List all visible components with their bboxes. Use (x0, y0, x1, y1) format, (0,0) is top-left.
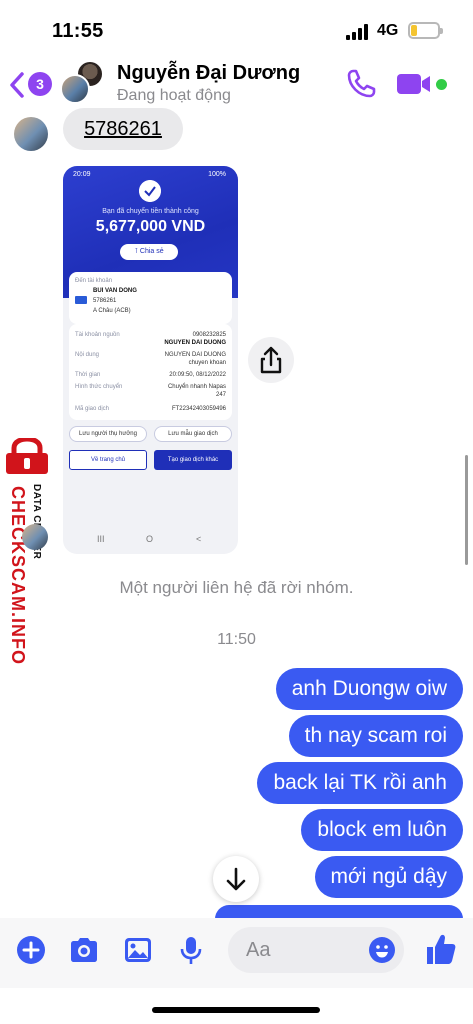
recipient-account: 5786261 (93, 298, 117, 304)
message-composer (0, 918, 473, 988)
txn-label: Mã giao dịch (75, 406, 110, 412)
unread-count-badge: 3 (28, 72, 52, 96)
receipt-nav-home: O (146, 534, 154, 544)
microphone-icon[interactable] (175, 934, 207, 966)
save-template-pill: Lưu mẫu giao dịch (154, 426, 232, 442)
outgoing-message[interactable]: back lại TK rồi anh (257, 762, 463, 804)
shared-receipt-image[interactable]: 20:09 100% Bạn đã chuyển tiền thành công… (63, 166, 238, 554)
receipt-nav-back: < (196, 534, 202, 544)
time-value: 20:09:50, 08/12/2022 (169, 372, 226, 378)
check-icon (139, 180, 161, 202)
outgoing-message[interactable]: anh Duongw oiw (275, 668, 463, 710)
scrollbar[interactable] (465, 455, 468, 565)
receipt-success-text: Bạn đã chuyển tiền thành công (102, 208, 199, 215)
receipt-share-button: ⊺ Chia sẻ (120, 244, 178, 260)
system-note: Một người liên hệ đã rời nhóm. (119, 578, 354, 597)
receipt-battery: 100% (208, 171, 226, 178)
save-beneficiary-pill: Lưu người thụ hưởng (69, 426, 147, 442)
receipt-recipient-card: Đến tài khoản BUI VAN DONG 5786261 A Châ… (69, 272, 232, 324)
scroll-to-bottom-button[interactable] (213, 856, 259, 902)
status-time: 11:55 (52, 20, 104, 42)
receipt-status-time: 20:09 (73, 171, 91, 178)
receipt-share-label: Chia sẻ (139, 248, 164, 255)
cellular-signal-icon (346, 24, 370, 40)
gallery-icon[interactable] (122, 934, 154, 966)
method-value-2: 247 (215, 392, 226, 398)
outgoing-message-partial[interactable] (215, 905, 463, 919)
recipient-name: BUI VAN DONG (93, 288, 137, 294)
method-label: Hình thức chuyển (75, 384, 123, 390)
video-call-icon[interactable] (396, 70, 432, 98)
arrow-down-icon (226, 867, 246, 891)
plus-icon[interactable] (15, 934, 47, 966)
phone-call-icon[interactable] (345, 68, 377, 100)
receipt-amount: 5,677,000 VND (95, 218, 206, 235)
receipt-new-txn-button: Tạo giao dịch khác (154, 450, 232, 470)
recipient-bank: A Châu (ACB) (93, 308, 131, 314)
share-icon (260, 346, 282, 374)
sender-avatar[interactable] (14, 117, 48, 151)
content-label: Nội dung (75, 352, 100, 358)
avatar-member-2 (60, 74, 90, 104)
time-label: Thời gian (75, 372, 101, 378)
home-indicator[interactable] (152, 1007, 320, 1013)
back-button[interactable]: 3 (8, 70, 52, 100)
method-value-1: Chuyển nhanh Napas (167, 384, 226, 390)
status-bar: 11:55 4G (0, 0, 473, 58)
camera-icon[interactable] (68, 934, 100, 966)
presence-status: Đang hoạt động (117, 87, 231, 104)
receipt-details-card: Tài khoản nguồn 0908232825 NGUYEN DAI DU… (69, 324, 232, 420)
content-value-1: NGUYEN DAI DUONG (164, 352, 226, 358)
source-account: 0908232825 (192, 332, 226, 338)
message-timestamp: 11:50 (217, 631, 256, 648)
receipt-nav-recents: III (97, 534, 105, 544)
outgoing-message[interactable]: th nay scam roi (288, 715, 463, 757)
source-name: NGUYEN DAI DUONG (164, 340, 226, 346)
incoming-message[interactable]: 5786261 (63, 108, 183, 150)
bank-logo-icon (75, 296, 87, 304)
share-button[interactable] (248, 337, 294, 383)
group-avatar[interactable] (58, 60, 106, 106)
network-type: 4G (377, 22, 399, 39)
thumbs-up-icon[interactable] (425, 932, 457, 966)
contact-name[interactable]: Nguyễn Đại Dương (117, 62, 300, 85)
battery-icon (408, 22, 443, 39)
content-value-2: chuyen khoan (188, 360, 226, 366)
outgoing-message[interactable]: mới ngủ dậy (314, 856, 463, 898)
lock-watermark-icon (6, 438, 48, 474)
outgoing-message[interactable]: block em luôn (301, 809, 463, 851)
chat-header: 3 Nguyễn Đại Dương Đang hoạt động (0, 58, 473, 116)
online-indicator (436, 79, 447, 90)
seen-avatar (22, 524, 48, 550)
chevron-left-icon (10, 72, 24, 98)
emoji-icon[interactable] (368, 936, 396, 964)
source-label: Tài khoản nguồn (75, 332, 120, 338)
receipt-home-button: Về trang chủ (69, 450, 147, 470)
txn-value: FT22342403059496 (171, 406, 226, 412)
to-account-label: Đến tài khoản (75, 278, 113, 284)
